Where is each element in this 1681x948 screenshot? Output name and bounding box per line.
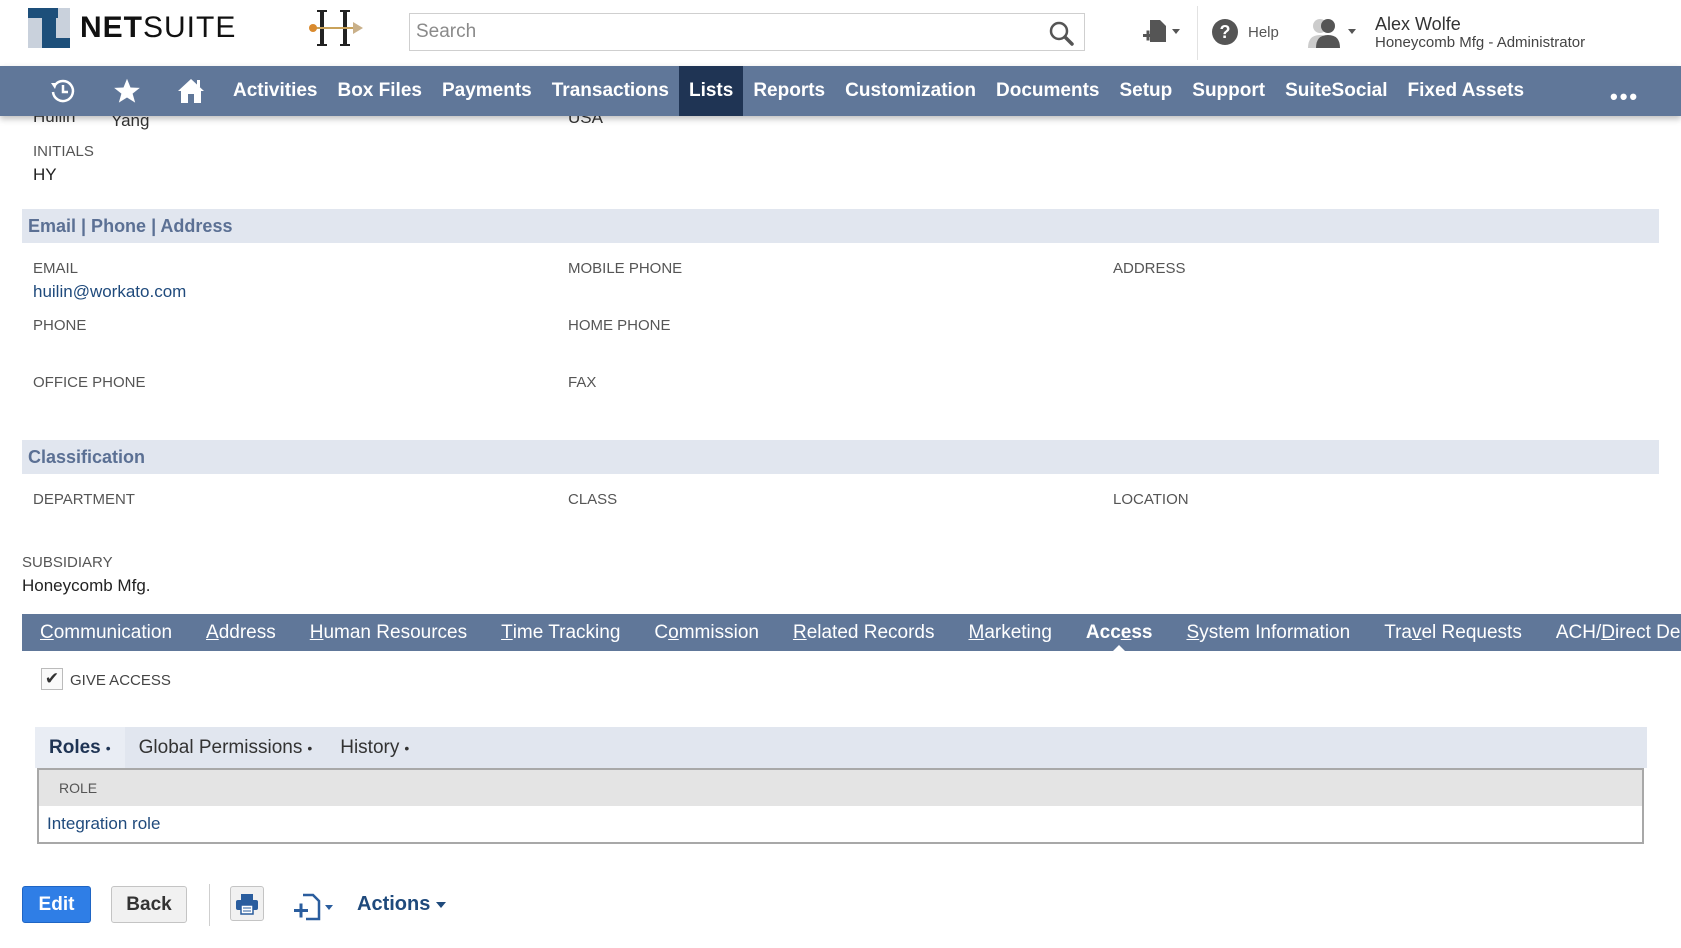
nav-recent-records[interactable] xyxy=(31,66,95,116)
initials-label: INITIALS xyxy=(33,143,94,160)
tab-time-tracking[interactable]: Time Tracking xyxy=(484,614,637,651)
new-record-menu-button[interactable] xyxy=(293,892,339,922)
help-label: Help xyxy=(1248,23,1279,41)
nav-item-suitesocial[interactable]: SuiteSocial xyxy=(1275,66,1397,116)
initials-value: HY xyxy=(33,165,57,184)
give-access-label: GIVE ACCESS xyxy=(70,672,171,689)
printer-icon xyxy=(236,893,258,915)
help-question-icon: ? xyxy=(1212,19,1238,45)
fax-label: FAX xyxy=(568,374,597,391)
table-row: Integration role xyxy=(39,806,1642,842)
search-input[interactable] xyxy=(410,14,1030,50)
nav-item-reports[interactable]: Reports xyxy=(743,66,835,116)
tab-ach-direct-deposit[interactable]: ACH/Direct Deposit xyxy=(1539,614,1681,651)
main-navigation: Activities Box Files Payments Transactio… xyxy=(0,66,1681,116)
current-user[interactable]: Alex Wolfe Honeycomb Mfg - Administrator xyxy=(1375,14,1585,52)
mobile-phone-label: MOBILE PHONE xyxy=(568,260,683,277)
roles-column-header[interactable]: ROLE xyxy=(39,770,1642,806)
tab-marketing[interactable]: Marketing xyxy=(951,614,1068,651)
header-divider xyxy=(1197,6,1198,60)
address-label: ADDRESS xyxy=(1113,260,1186,277)
access-subtabs: Roles • Global Permissions • History • xyxy=(35,727,1647,768)
nav-more-icon[interactable]: ••• xyxy=(1610,84,1639,110)
nav-item-customization[interactable]: Customization xyxy=(835,66,986,116)
subsidiary-value: Honeycomb Mfg. xyxy=(22,576,151,595)
help-link[interactable]: ? Help xyxy=(1212,19,1279,45)
button-divider xyxy=(209,884,210,926)
subtab-global-permissions[interactable]: Global Permissions • xyxy=(125,727,327,768)
roles-table: ROLE Integration role xyxy=(37,768,1644,844)
nav-favorites[interactable] xyxy=(95,66,159,116)
nav-item-payments[interactable]: Payments xyxy=(432,66,542,116)
recent-records-icon xyxy=(51,79,75,103)
email-label: EMAIL xyxy=(33,260,79,277)
new-document-icon xyxy=(294,893,333,921)
home-icon xyxy=(178,79,204,103)
phone-label: PHONE xyxy=(33,317,87,334)
netsuite-logo-icon xyxy=(28,8,70,48)
search-icon[interactable] xyxy=(1048,20,1074,46)
nav-item-transactions[interactable]: Transactions xyxy=(542,66,679,116)
actions-menu-button[interactable]: Actions xyxy=(357,893,447,916)
user-role: Honeycomb Mfg - Administrator xyxy=(1375,34,1586,51)
role-switcher-user-icon[interactable] xyxy=(1306,16,1360,50)
class-label: CLASS xyxy=(568,491,618,508)
home-phone-label: HOME PHONE xyxy=(568,317,671,334)
subtab-roles[interactable]: Roles • xyxy=(35,727,125,768)
back-button[interactable]: Back xyxy=(111,886,187,923)
nav-item-fixed-assets[interactable]: Fixed Assets xyxy=(1398,66,1535,116)
nav-item-documents[interactable]: Documents xyxy=(986,66,1109,116)
give-access-checkbox[interactable]: ✔ xyxy=(41,668,63,690)
email-link[interactable]: huilin@workato.com xyxy=(33,282,186,302)
office-phone-label: OFFICE PHONE xyxy=(33,374,146,391)
print-button[interactable] xyxy=(230,886,264,921)
nav-item-setup[interactable]: Setup xyxy=(1109,66,1182,116)
favorites-star-icon xyxy=(114,78,140,103)
subsidiary-label: SUBSIDIARY xyxy=(22,554,113,571)
tab-access[interactable]: Acc e ss xyxy=(1069,614,1170,651)
actions-label: Actions xyxy=(357,893,431,915)
nav-item-activities[interactable]: Activities xyxy=(223,66,327,116)
role-link[interactable]: Integration role xyxy=(47,814,160,834)
section-classification[interactable]: Classification xyxy=(22,440,1659,474)
global-search[interactable] xyxy=(409,13,1085,51)
checkmark-icon: ✔ xyxy=(44,669,60,688)
tab-system-information[interactable]: System Information xyxy=(1170,614,1368,651)
subtab-history[interactable]: History • xyxy=(326,727,423,768)
location-label: LOCATION xyxy=(1113,491,1189,508)
edit-button[interactable]: Edit xyxy=(22,886,91,923)
tab-human-resources[interactable]: Human Resources xyxy=(293,614,484,651)
top-header: NETSUITE ? Help Alex Wolfe xyxy=(0,0,1681,66)
tab-travel-requests[interactable]: Tra v el Requests xyxy=(1367,614,1539,651)
department-label: DEPARTMENT xyxy=(33,491,135,508)
company-brand-logo-icon xyxy=(309,10,363,46)
netsuite-logo-text: NETSUITE xyxy=(80,11,237,44)
record-subtabs-bar: Communication Address Human Resources Time … xyxy=(22,614,1681,651)
create-new-record-icon[interactable] xyxy=(1140,18,1184,48)
tab-communication[interactable]: Communication xyxy=(22,614,189,651)
tab-address[interactable]: Address xyxy=(189,614,293,651)
tab-related-records[interactable]: Related Records xyxy=(776,614,952,651)
nav-home[interactable] xyxy=(159,66,223,116)
user-name: Alex Wolfe xyxy=(1375,14,1461,34)
netsuite-logo[interactable]: NETSUITE xyxy=(28,8,236,48)
nav-item-lists[interactable]: Lists xyxy=(678,66,744,116)
chevron-down-icon xyxy=(436,901,447,908)
section-email-phone-address[interactable]: Email | Phone | Address xyxy=(22,209,1659,243)
tab-commission[interactable]: Co mmission xyxy=(637,614,776,651)
nav-item-box-files[interactable]: Box Files xyxy=(327,66,431,116)
nav-item-support[interactable]: Support xyxy=(1182,66,1275,116)
